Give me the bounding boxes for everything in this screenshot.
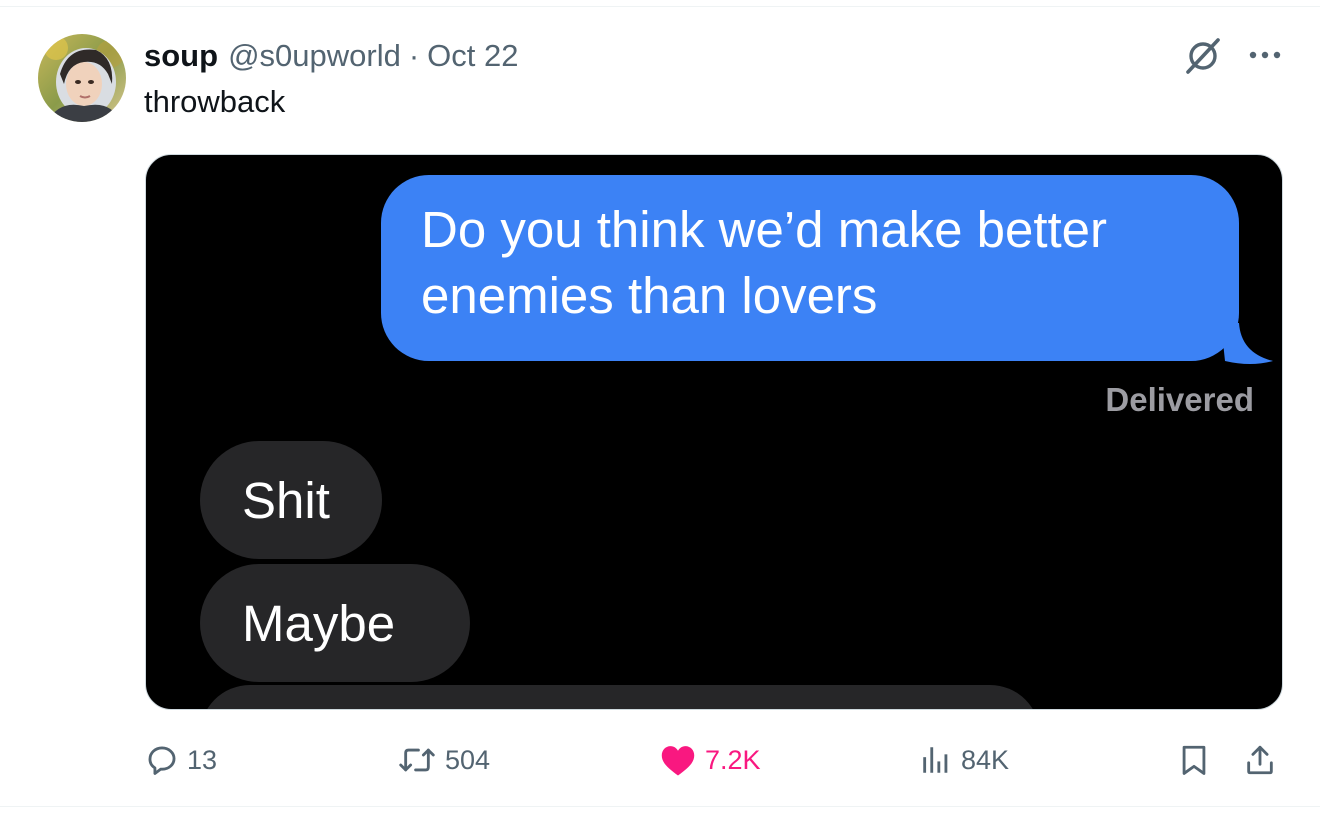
reply-button[interactable]: 13 [145,736,217,784]
sent-message-bubble: Do you think we’d make better enemies th… [381,175,1239,361]
bookmark-icon [1182,745,1206,775]
views-icon [923,747,948,773]
repost-icon [399,748,435,772]
delivery-status: Delivered [1105,381,1254,418]
views-count: 84K [961,744,1010,775]
bookmark-button[interactable] [1177,736,1211,784]
tweet-bottom-divider [0,806,1320,807]
share-icon [1247,745,1273,775]
reply-count: 13 [187,744,218,775]
user-handle[interactable]: @s0upworld [228,38,401,74]
avatar[interactable] [38,34,126,122]
received-message-text: Shit [242,471,330,529]
tweet-top-divider [0,6,1320,7]
reply-icon [148,746,176,775]
repost-button[interactable]: 504 [397,736,490,784]
tweet-header: soup @s0upworld · Oct 22 [144,36,519,76]
views-button[interactable]: 84K [919,736,1009,784]
received-message-bubble: Shit [200,441,382,559]
tweet-timestamp[interactable]: Oct 22 [427,38,518,74]
like-button[interactable]: 7.2K [659,736,761,784]
header-separator: · [408,38,420,73]
tweet-media-image[interactable]: Do you think we’d make better enemies th… [145,154,1283,710]
heart-icon [661,746,695,776]
like-count: 7.2K [705,744,761,775]
display-name[interactable]: soup [144,38,218,74]
sent-message-line-1: Do you think we’d make better [421,201,1108,258]
sent-bubble-tail [1221,323,1273,364]
received-message-bubble-partial [200,685,1040,709]
share-button[interactable] [1243,736,1277,784]
sent-message-line-2: enemies than lovers [421,267,878,324]
tweet-text: throwback [144,84,286,119]
more-icon[interactable] [1248,38,1282,72]
grok-icon[interactable] [1184,36,1222,74]
tweet-top-actions [1184,36,1282,74]
received-message-text: Maybe [242,594,396,652]
received-message-bubble: Maybe [200,564,470,682]
tweet-action-bar: 13 504 7.2K 84K [145,736,1281,784]
repost-count: 504 [445,744,491,775]
